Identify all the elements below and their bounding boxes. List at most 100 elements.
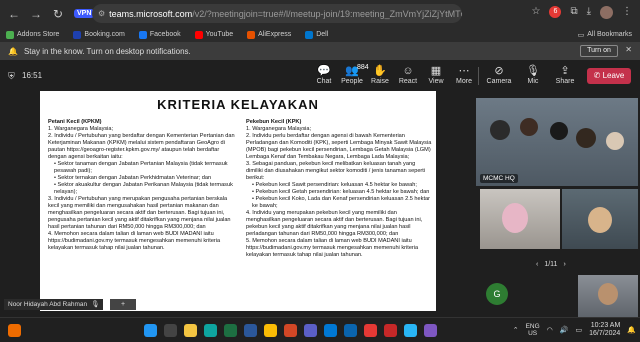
more-button[interactable]: ⋯ More xyxy=(451,64,477,85)
edge-icon[interactable] xyxy=(204,324,217,337)
notification-icon[interactable]: 🔔 xyxy=(627,326,636,334)
grid-icon: ▦ xyxy=(430,65,442,77)
mic-button[interactable]: 🎙 Mic xyxy=(520,64,546,85)
participant-figure xyxy=(576,128,596,148)
word-icon[interactable] xyxy=(244,324,257,337)
store-icon[interactable] xyxy=(324,324,337,337)
bookmark-aliexpress[interactable]: AliExpress xyxy=(247,30,292,39)
profile-avatar[interactable] xyxy=(600,6,613,19)
participant-figure xyxy=(502,203,528,233)
participant-figure xyxy=(490,120,510,140)
video-tile-participant[interactable] xyxy=(562,189,638,249)
kpkm-heading: Petani Kecil (KPKM) xyxy=(48,119,102,125)
forward-icon[interactable]: → xyxy=(28,6,44,22)
chrome-icon[interactable] xyxy=(264,324,277,337)
raise-hand-button[interactable]: ✋ Raise xyxy=(367,64,393,85)
people-button[interactable]: 👥 884 People xyxy=(339,64,369,85)
phone-icon: ✆ xyxy=(593,71,601,80)
reload-icon[interactable]: ↻ xyxy=(50,6,66,22)
participants-panel: MCMC HQ ‹ 1/11 › G xyxy=(476,91,640,317)
bookmark-booking[interactable]: Booking.com xyxy=(73,30,125,39)
app-icon[interactable] xyxy=(424,324,437,337)
url-host: teams.microsoft.com xyxy=(109,8,193,19)
kpk-column: Pekebun Kecil (KPK) 1. Warganegara Malay… xyxy=(246,119,432,259)
app-icon[interactable] xyxy=(364,324,377,337)
kpk-item: 2. Individu perlu berdaftar dengan agens… xyxy=(246,133,432,160)
clock[interactable]: 10:23 AM 16/7/2024 xyxy=(589,322,620,338)
more-label: More xyxy=(456,78,472,85)
video-tile-participant[interactable] xyxy=(480,189,560,249)
kpkm-subitem: • Sektor akuakultur dengan Jabatan Perik… xyxy=(54,182,233,195)
search-icon[interactable] xyxy=(164,324,177,337)
menu-icon[interactable]: ⋮ xyxy=(622,6,632,19)
bookmark-facebook[interactable]: Facebook xyxy=(138,30,181,39)
bookmark-dell[interactable]: Dell xyxy=(305,30,329,39)
wifi-icon[interactable]: ◠ xyxy=(547,326,553,334)
share-button[interactable]: ⇪ Share xyxy=(552,64,578,85)
kpk-item: 1. Warganegara Malaysia; xyxy=(246,126,312,132)
participant-pager: ‹ 1/11 › xyxy=(536,261,566,268)
chat-label: Chat xyxy=(316,78,332,85)
app-icon[interactable] xyxy=(384,324,397,337)
bookmark-addons[interactable]: Addons Store xyxy=(6,30,60,39)
more-icon: ⋯ xyxy=(458,65,470,77)
bookmark-favicon xyxy=(138,30,147,39)
kpkm-subitem: • Sektor tanaman dengan Jabatan Pertania… xyxy=(54,161,228,174)
bookmark-favicon xyxy=(6,30,14,39)
download-icon[interactable]: ⤓ xyxy=(587,6,591,19)
bookmark-youtube[interactable]: YouTube xyxy=(194,30,233,39)
clock-time: 10:23 AM xyxy=(590,322,621,329)
all-bookmarks[interactable]: ▭ All Bookmarks xyxy=(578,31,632,39)
chevron-left-icon[interactable]: ‹ xyxy=(536,261,538,268)
meeting-timer: 16:51 xyxy=(22,71,43,80)
extension-badge[interactable]: 6 xyxy=(549,6,562,18)
stage-more-button[interactable]: + xyxy=(110,299,136,310)
notice-text: Stay in the know. Turn on desktop notifi… xyxy=(23,46,191,56)
excel-icon[interactable] xyxy=(224,324,237,337)
bookmarks-bar: Addons Store Booking.com Facebook YouTub… xyxy=(0,27,640,42)
camera-button[interactable]: ⊘ Camera xyxy=(486,64,512,85)
powerpoint-icon[interactable] xyxy=(284,324,297,337)
teams-icon[interactable] xyxy=(304,324,317,337)
shield-icon: ⛨ xyxy=(8,71,15,81)
site-info-icon[interactable]: ⚙ xyxy=(98,9,105,18)
browser-actions: ☆ 6 ⧉ ⤓ ⋮ xyxy=(531,6,632,19)
react-button[interactable]: ☺ React xyxy=(395,64,421,85)
address-bar[interactable]: ⚙ teams.microsoft.com /v2/?meetingjoin=t… xyxy=(92,4,462,23)
back-icon[interactable]: ← xyxy=(6,6,22,22)
file-explorer-icon[interactable] xyxy=(184,324,197,337)
chevron-right-icon[interactable]: › xyxy=(563,261,565,268)
bookmark-favicon xyxy=(305,30,314,39)
extensions-icon[interactable]: ⧉ xyxy=(570,6,577,19)
kpk-item: 3. Sebagai panduan, pekebun kecil meliba… xyxy=(246,161,426,181)
toolbar-divider xyxy=(478,67,479,85)
star-icon[interactable]: ☆ xyxy=(531,6,540,19)
battery-icon[interactable]: ▭ xyxy=(576,326,583,334)
video-tile-self[interactable] xyxy=(578,275,638,317)
lang-region: US xyxy=(528,330,538,337)
share-label: Share xyxy=(555,78,575,85)
mic-off-icon: 🎙 xyxy=(91,301,100,308)
chevron-up-icon[interactable]: ⌃ xyxy=(513,326,519,334)
clock-date: 16/7/2024 xyxy=(589,330,621,337)
slide-title: KRITERIA KELAYAKAN xyxy=(157,97,319,112)
bookmark-label: Dell xyxy=(316,31,329,38)
language-indicator[interactable]: ENG US xyxy=(526,323,540,337)
leave-button[interactable]: ✆ Leave xyxy=(587,68,631,84)
widgets-icon[interactable] xyxy=(8,324,21,337)
browser-toolbar: ← → ↻ VPN ⚙ teams.microsoft.com /v2/?mee… xyxy=(0,0,640,27)
start-icon[interactable] xyxy=(144,324,157,337)
view-button[interactable]: ▦ View xyxy=(423,64,449,85)
meeting-toolbar: ⛨ 16:51 💬 Chat 👥 884 People ✋ Raise ☺ Re… xyxy=(0,60,640,91)
bookmark-label: AliExpress xyxy=(258,31,292,38)
chat-button[interactable]: 💬 Chat xyxy=(311,64,337,85)
close-icon[interactable]: ✕ xyxy=(625,45,632,54)
outlook-icon[interactable] xyxy=(344,324,357,337)
video-tile-mcmc-hq[interactable]: MCMC HQ xyxy=(476,98,638,186)
photos-icon[interactable] xyxy=(404,324,417,337)
kpkm-subitem: • Sektor ternakan dengan Jabatan Perkhid… xyxy=(54,175,212,181)
volume-icon[interactable]: 🔊 xyxy=(560,326,569,334)
participant-avatar[interactable]: G xyxy=(486,283,508,305)
bookmark-label: Addons Store xyxy=(17,31,60,38)
turn-on-button[interactable]: Turn on xyxy=(580,45,618,57)
